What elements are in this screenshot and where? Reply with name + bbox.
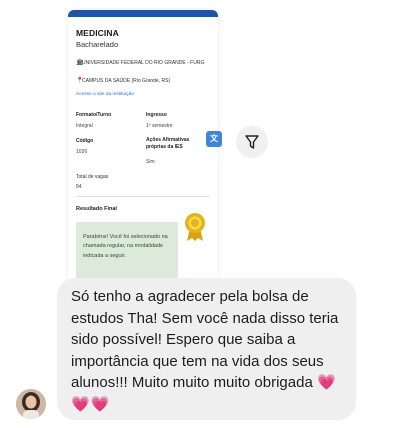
affirmative-value: Sim [146,159,155,165]
message-body: Só tenho a agradecer pela bolsa de estud… [71,288,339,391]
institution-name: UNIVERSIDADE FEDERAL DO RIO GRANDE - FUR… [82,60,205,66]
message-bubble[interactable]: Só tenho a agradecer pela bolsa de estud… [57,278,356,420]
format-label: Formato/Turno [76,112,112,118]
affirmative-label: Ações Afirmativas próprias da IES [146,137,190,150]
translate-icon: 文 [210,134,218,143]
course-name: MEDICINA [76,28,119,38]
result-title: Resultado Final [76,206,117,212]
medal-icon [185,213,205,241]
vacancies-value: 84 [76,184,82,190]
result-message-box: Parabéns! Você foi selecionado na chamad… [76,222,178,283]
avatar-photo [16,389,46,419]
filter-icon [245,135,259,149]
card-header-bar [68,10,218,17]
entry-value: 1º semestre [146,123,173,129]
card-divider [76,196,210,197]
filter-button[interactable] [236,126,268,158]
vacancies-label: Total de vagas [76,174,109,180]
result-message: Parabéns! Você foi selecionado na chamad… [83,234,168,259]
avatar[interactable] [16,389,46,419]
message-text: Só tenho a agradecer pela bolsa de estud… [71,286,349,415]
degree-label: Bacharelado [76,40,119,49]
campus-row: 📍CAMPUS DA SAÚDE (Rio Grande, RS) [76,78,211,85]
code-value: 1026 [76,149,88,155]
campus-name: CAMPUS DA SAÚDE (Rio Grande, RS) [82,78,171,84]
institution-site-link[interactable]: Acesse o site da instituição [76,92,134,97]
translate-button[interactable]: 文 [206,131,222,147]
format-value: Integral [76,123,93,129]
entry-label: Ingresso [146,112,167,118]
code-label: Código [76,138,94,144]
institution-row: 🏛UNIVERSIDADE FEDERAL DO RIO GRANDE - FU… [76,60,211,67]
course-result-card: MEDICINA Bacharelado 🏛UNIVERSIDADE FEDER… [68,10,218,285]
